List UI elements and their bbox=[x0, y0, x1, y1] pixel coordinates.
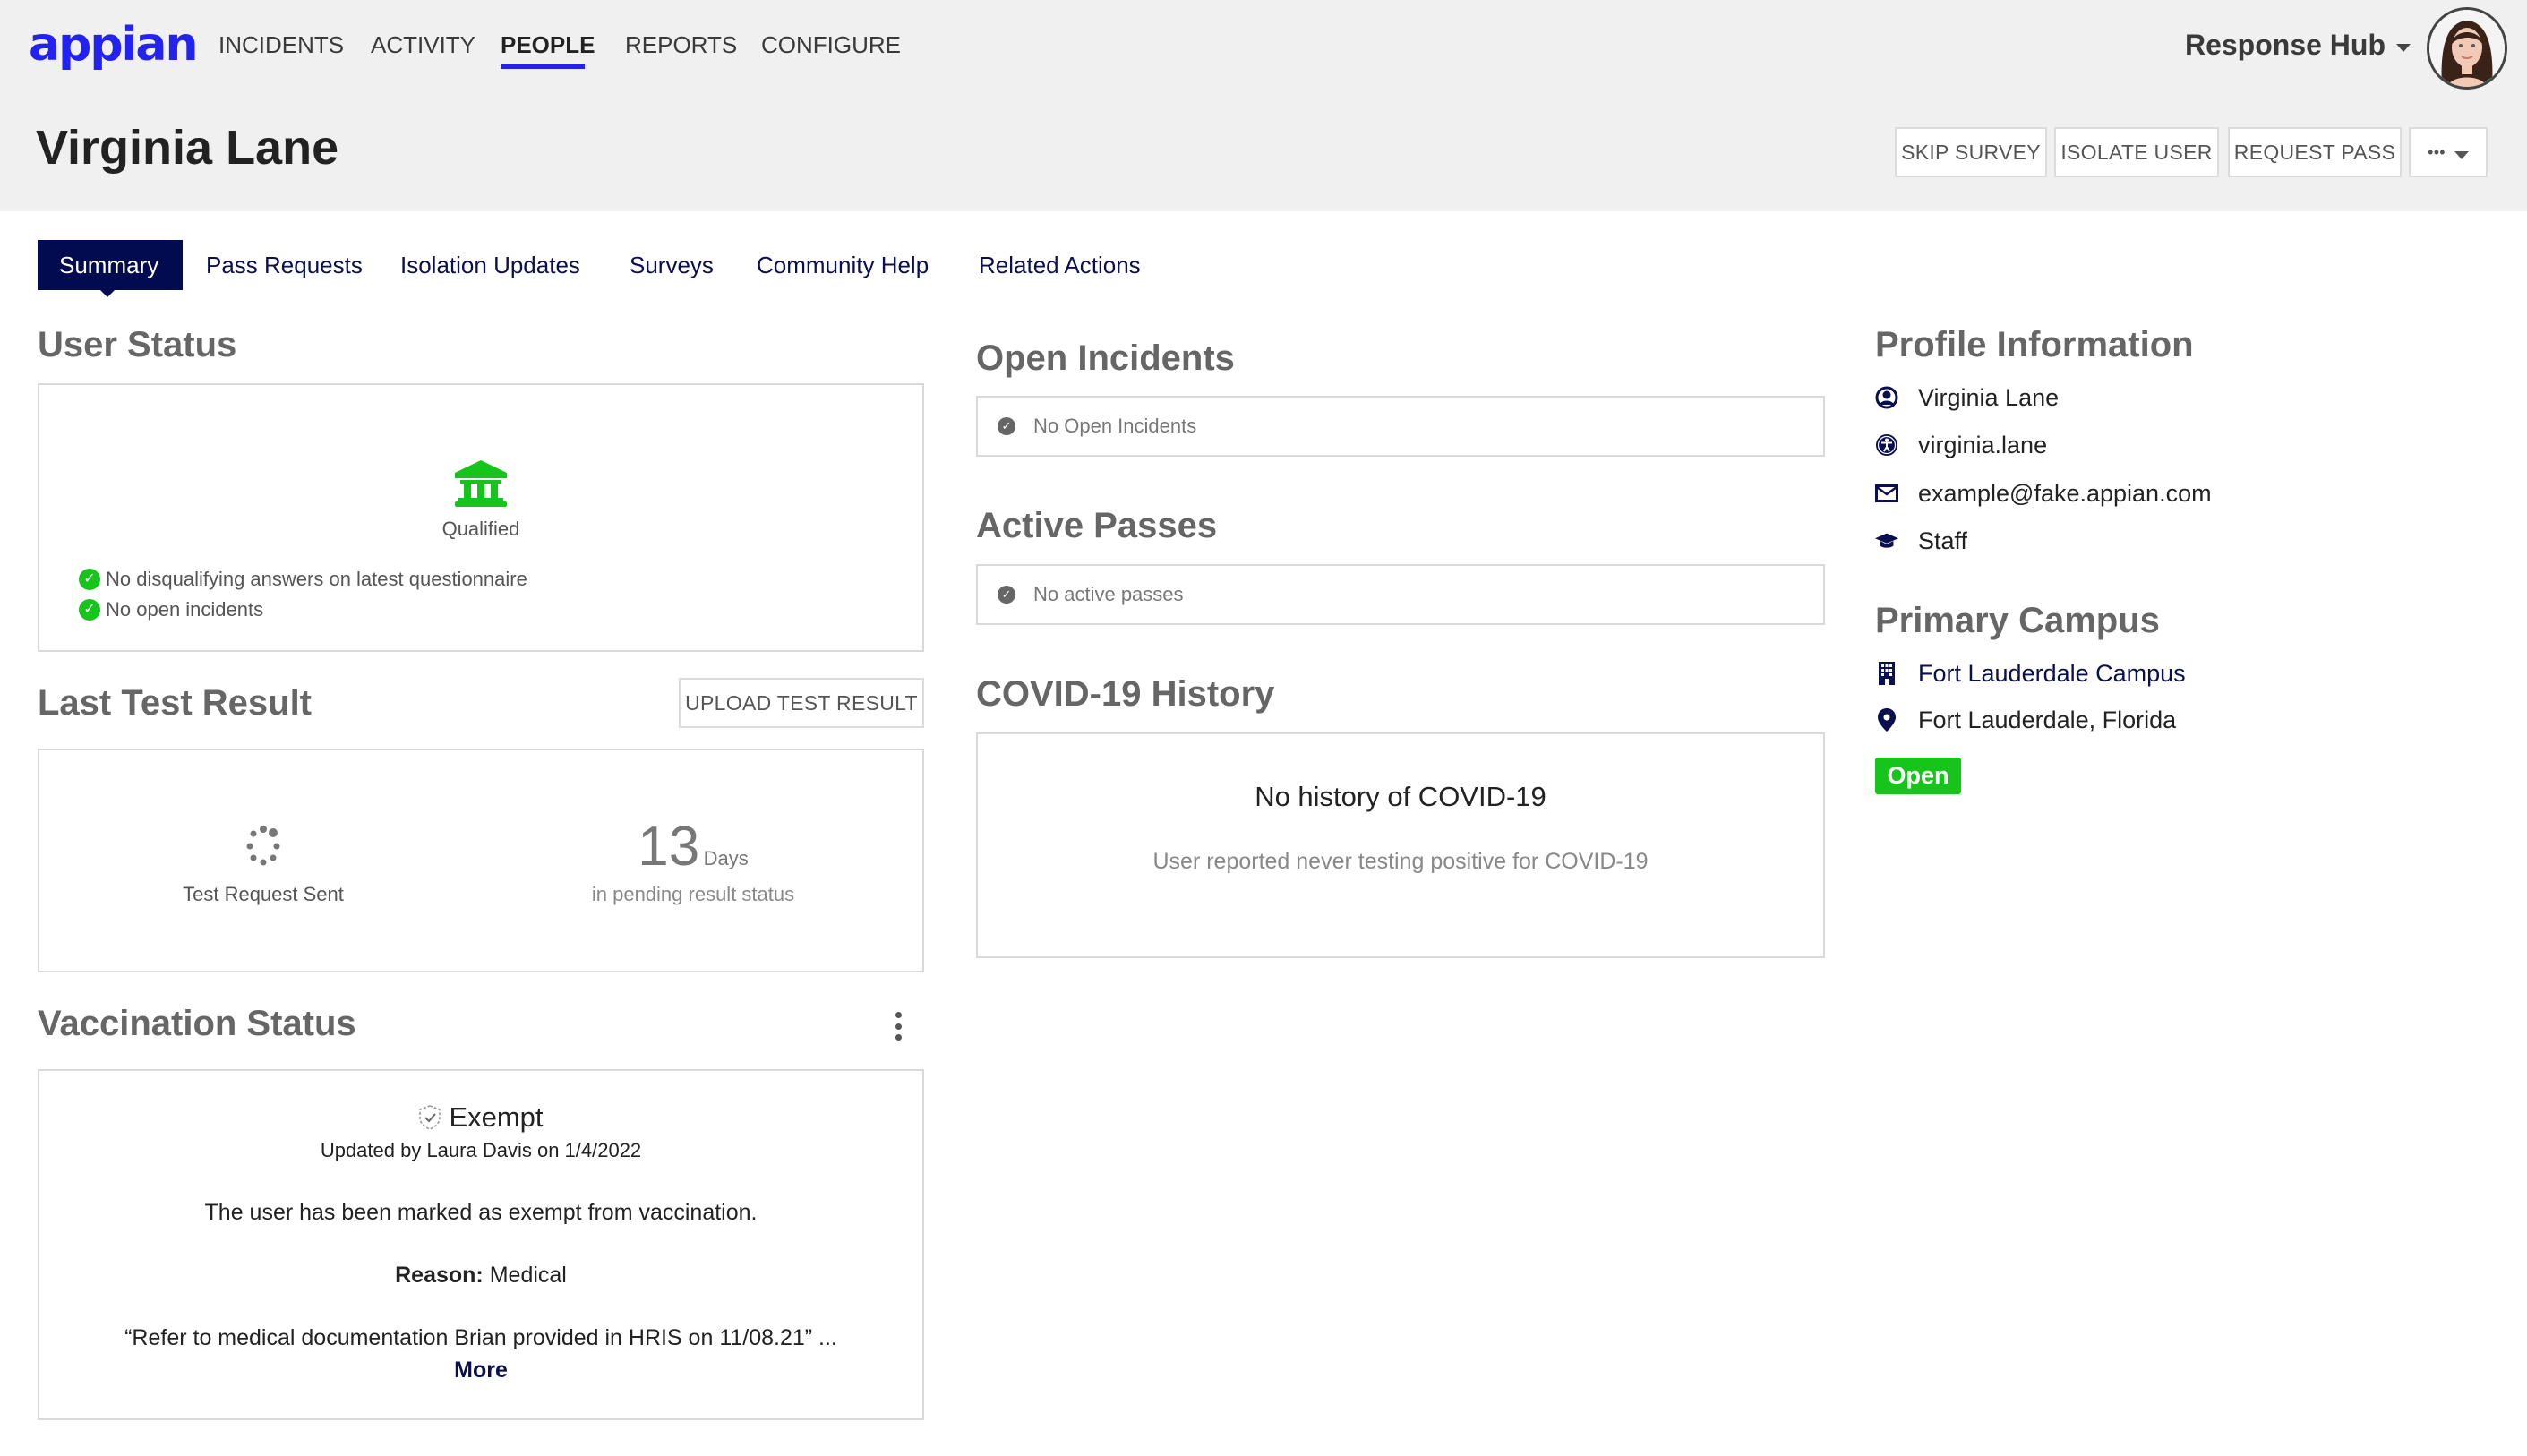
pending-days-value: 13 bbox=[638, 816, 700, 878]
ellipsis-icon: ••• bbox=[2428, 142, 2446, 161]
skip-survey-button[interactable]: SKIP SURVEY bbox=[1895, 127, 2047, 177]
nav-incidents[interactable]: INCIDENTS bbox=[218, 29, 344, 61]
map-marker-icon bbox=[1875, 708, 1898, 732]
test-status-text: Test Request Sent bbox=[183, 883, 344, 905]
nav-active-indicator bbox=[501, 64, 585, 69]
vaccination-status: Exempt bbox=[39, 1101, 922, 1134]
appian-logo[interactable]: appian bbox=[29, 16, 198, 73]
campus-status-badge: Open bbox=[1875, 758, 1961, 794]
pending-days: 13 Days bbox=[559, 815, 827, 878]
active-passes-empty: ✓ No active passes bbox=[978, 566, 1823, 623]
status-check-text: No disqualifying answers on latest quest… bbox=[106, 568, 527, 590]
vaccination-updated: Updated by Laura Davis on 1/4/2022 bbox=[320, 1139, 642, 1161]
user-circle-icon bbox=[1875, 386, 1898, 409]
building-icon bbox=[1875, 662, 1898, 685]
reason-label: Reason: bbox=[395, 1263, 484, 1288]
nav-reports[interactable]: REPORTS bbox=[625, 29, 737, 61]
user-avatar[interactable] bbox=[2427, 7, 2507, 90]
tab-related-actions[interactable]: Related Actions bbox=[979, 240, 1141, 290]
covid-history-title: No history of COVID-19 bbox=[1255, 781, 1546, 812]
open-incidents-card: ✓ No Open Incidents bbox=[976, 396, 1825, 457]
status-checks-list: ✓ No disqualifying answers on latest que… bbox=[79, 564, 527, 625]
app-switcher-label: Response Hub bbox=[2184, 29, 2386, 61]
vaccination-more-wrap: More bbox=[39, 1358, 922, 1383]
covid-history-subtitle: User reported never testing positive for… bbox=[1152, 849, 1649, 874]
pending-days-unit: Days bbox=[703, 847, 749, 869]
vaccination-more-link[interactable]: More bbox=[454, 1358, 508, 1383]
bank-icon bbox=[39, 460, 922, 507]
qualification-status: Qualified bbox=[441, 518, 520, 540]
profile-name-row: Virginia Lane bbox=[1875, 381, 2059, 414]
check-circle-icon: ✓ bbox=[79, 599, 100, 621]
tab-isolation-updates[interactable]: Isolation Updates bbox=[400, 240, 580, 290]
check-circle-icon: ✓ bbox=[998, 417, 1015, 435]
open-incidents-heading: Open Incidents bbox=[976, 338, 1235, 378]
active-passes-card: ✓ No active passes bbox=[976, 564, 1825, 625]
active-passes-heading: Active Passes bbox=[976, 506, 1218, 545]
last-test-heading: Last Test Result bbox=[38, 683, 312, 723]
profile-role-row: Staff bbox=[1875, 525, 1967, 557]
tab-summary[interactable]: Summary bbox=[38, 240, 183, 290]
open-incidents-empty: ✓ No Open Incidents bbox=[978, 398, 1823, 455]
status-check-text: No open incidents bbox=[106, 598, 264, 621]
pending-days-caption: in pending result status bbox=[591, 883, 795, 905]
campus-location-row: Fort Lauderdale, Florida bbox=[1875, 704, 2176, 736]
page-title: Virginia Lane bbox=[36, 121, 339, 175]
status-check-item: ✓ No open incidents bbox=[79, 595, 527, 625]
covid-history-card: No history of COVID-19 User reported nev… bbox=[976, 732, 1825, 958]
vaccination-menu-icon[interactable] bbox=[893, 1012, 904, 1041]
shield-check-icon bbox=[419, 1105, 441, 1130]
nav-people[interactable]: PEOPLE bbox=[501, 29, 595, 61]
status-check-item: ✓ No disqualifying answers on latest que… bbox=[79, 564, 527, 595]
check-circle-icon: ✓ bbox=[79, 569, 100, 590]
vaccination-note: “Refer to medical documentation Brian pr… bbox=[124, 1325, 837, 1350]
profile-role: Staff bbox=[1918, 527, 1968, 554]
profile-username-row: virginia.lane bbox=[1875, 429, 2047, 461]
profile-name: Virginia Lane bbox=[1918, 384, 2060, 411]
nav-activity[interactable]: ACTIVITY bbox=[371, 29, 475, 61]
profile-heading: Profile Information bbox=[1875, 325, 2194, 364]
reason-value: Medical bbox=[489, 1263, 567, 1288]
check-circle-icon: ✓ bbox=[998, 586, 1015, 604]
app-switcher[interactable]: Response Hub bbox=[2185, 25, 2411, 64]
vaccination-card: Exempt Updated by Laura Davis on 1/4/202… bbox=[38, 1069, 924, 1420]
covid-history-heading: COVID-19 History bbox=[976, 674, 1275, 714]
active-passes-empty-text: No active passes bbox=[1033, 583, 1184, 605]
tab-surveys[interactable]: Surveys bbox=[630, 240, 714, 290]
user-status-card: Qualified ✓ No disqualifying answers on … bbox=[38, 383, 924, 652]
active-tab-pointer bbox=[100, 290, 115, 297]
loading-spinner-icon bbox=[236, 822, 290, 876]
more-actions-button[interactable]: ••• bbox=[2409, 127, 2488, 177]
envelope-icon bbox=[1875, 482, 1898, 505]
tab-pass-requests[interactable]: Pass Requests bbox=[206, 240, 363, 290]
graduation-cap-icon bbox=[1875, 529, 1898, 552]
vaccination-reason: Reason: Medical bbox=[39, 1263, 922, 1289]
isolate-user-button[interactable]: ISOLATE USER bbox=[2054, 127, 2219, 177]
avatar-photo-icon bbox=[2429, 10, 2505, 87]
campus-name-row: Fort Lauderdale Campus bbox=[1875, 657, 2186, 689]
profile-username: virginia.lane bbox=[1918, 432, 2048, 458]
vaccination-status-label: Exempt bbox=[449, 1101, 544, 1133]
profile-email-row: example@fake.appian.com bbox=[1875, 477, 2212, 510]
vaccination-heading: Vaccination Status bbox=[38, 1004, 356, 1043]
campus-location: Fort Lauderdale, Florida bbox=[1918, 707, 2177, 733]
upload-test-result-button[interactable]: UPLOAD TEST RESULT bbox=[679, 678, 924, 728]
accessibility-icon bbox=[1875, 433, 1898, 457]
nav-configure[interactable]: CONFIGURE bbox=[761, 29, 901, 61]
vaccination-message: The user has been marked as exempt from … bbox=[204, 1200, 758, 1225]
user-status-heading: User Status bbox=[38, 325, 237, 364]
tab-community-help[interactable]: Community Help bbox=[757, 240, 929, 290]
chevron-down-icon bbox=[2454, 150, 2469, 159]
request-pass-button[interactable]: REQUEST PASS bbox=[2228, 127, 2402, 177]
chevron-down-icon bbox=[2396, 43, 2411, 52]
primary-campus-heading: Primary Campus bbox=[1875, 601, 2160, 640]
profile-email: example@fake.appian.com bbox=[1918, 480, 2212, 507]
open-incidents-empty-text: No Open Incidents bbox=[1033, 415, 1197, 437]
last-test-card: Test Request Sent 13 Days in pending res… bbox=[38, 749, 924, 972]
campus-name-link[interactable]: Fort Lauderdale Campus bbox=[1918, 657, 2186, 689]
